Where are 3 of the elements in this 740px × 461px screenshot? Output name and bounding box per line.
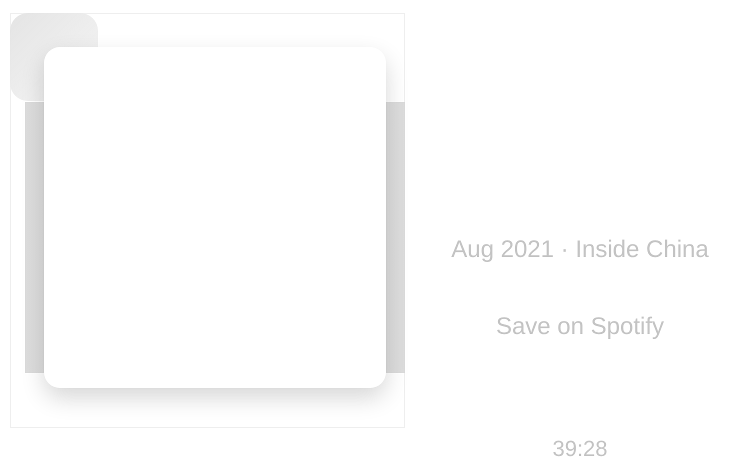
save-link[interactable]: Save on Spotify [496, 309, 664, 345]
episode-meta: Aug 2021 · Inside China [451, 235, 709, 265]
episode-duration: 39:28 [552, 438, 608, 460]
